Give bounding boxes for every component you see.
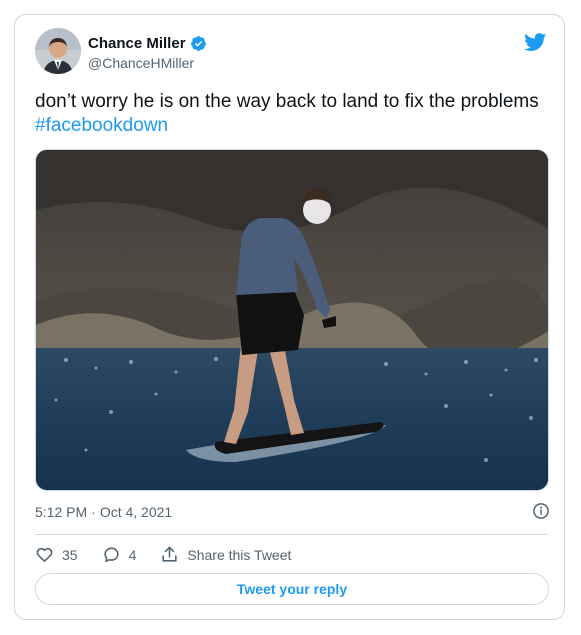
hashtag-link[interactable]: #facebookdown <box>35 115 168 136</box>
share-button[interactable]: Share this Tweet <box>160 545 291 564</box>
like-button[interactable]: 35 <box>35 545 78 564</box>
verified-badge-icon <box>190 36 206 51</box>
avatar[interactable] <box>35 28 81 74</box>
reply-icon <box>103 547 119 563</box>
reply-count: 4 <box>128 546 137 563</box>
tweet-text: don’t worry he is on the way back to lan… <box>35 90 545 138</box>
like-count: 35 <box>62 546 78 563</box>
tweet-card: Chance Miller @ChanceHMiller don’t worry… <box>14 14 565 620</box>
share-label: Share this Tweet <box>187 546 292 563</box>
tweet-actions: 35 4 Share this Tweet <box>35 545 315 564</box>
meta-separator: · <box>91 504 96 520</box>
tweet-your-reply-button[interactable]: Tweet your reply <box>35 573 549 605</box>
reply-button[interactable]: 4 <box>102 545 137 564</box>
author-name-text[interactable]: Chance Miller <box>88 35 186 52</box>
tweet-time[interactable]: 5:12 PM <box>35 504 87 520</box>
tweet-photo[interactable] <box>35 149 549 491</box>
share-icon <box>162 546 177 562</box>
tweet-timestamp[interactable]: 5:12 PM · Oct 4, 2021 <box>35 504 172 520</box>
tweet-date[interactable]: Oct 4, 2021 <box>100 504 172 520</box>
tweet-text-body: don’t worry he is on the way back to lan… <box>35 91 539 112</box>
divider <box>35 534 548 535</box>
info-icon[interactable] <box>532 502 550 520</box>
heart-icon <box>36 547 53 563</box>
author-name[interactable]: Chance Miller <box>88 35 207 52</box>
author-handle[interactable]: @ChanceHMiller <box>88 55 194 71</box>
twitter-bird-icon[interactable] <box>523 31 548 53</box>
